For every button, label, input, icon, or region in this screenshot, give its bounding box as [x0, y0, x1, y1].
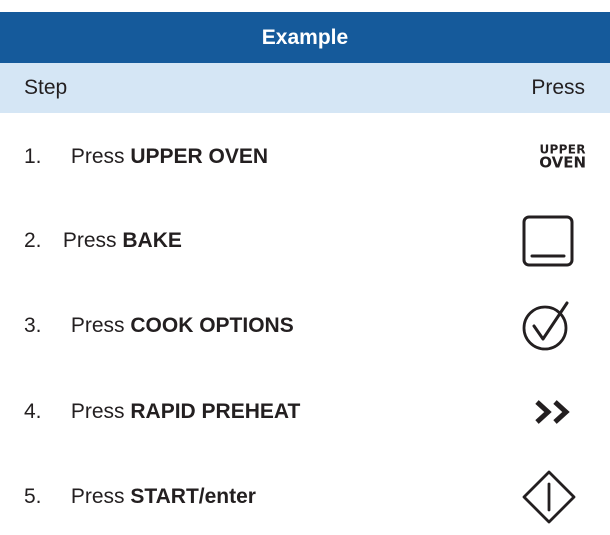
- step-text-4: 4. Press RAPID PREHEAT: [24, 400, 300, 424]
- table-header-row: Step Press: [0, 63, 610, 113]
- step-row-2: 2. Press BAKE: [0, 211, 610, 271]
- step-prefix: Press: [70, 485, 131, 508]
- step-prefix: Press: [62, 229, 123, 252]
- step-row-5: 5. Press START/enter: [0, 467, 610, 527]
- upper-oven-button-label: UPPER OVEN: [539, 144, 586, 171]
- step-number: 4.: [24, 400, 42, 423]
- start-diamond-icon: [521, 469, 577, 525]
- step-action: UPPER OVEN: [130, 145, 269, 168]
- step-number: 2.: [24, 229, 42, 252]
- step-text-3: 3. Press COOK OPTIONS: [24, 314, 294, 338]
- step-action: COOK OPTIONS: [130, 314, 294, 337]
- step-text-5: 5. Press START/enter: [24, 485, 256, 509]
- column-header-press: Press: [531, 76, 585, 99]
- step-prefix: Press: [70, 145, 131, 168]
- table-title: Example: [0, 12, 610, 63]
- step-text-2: 2. Press BAKE: [24, 229, 182, 253]
- step-action: START/enter: [130, 485, 256, 508]
- step-action: BAKE: [122, 229, 182, 252]
- step-text-1: 1. Press UPPER OVEN: [24, 145, 268, 169]
- step-row-3: 3. Press COOK OPTIONS: [0, 296, 610, 356]
- step-prefix: Press: [70, 314, 131, 337]
- step-row-4: 4. Press RAPID PREHEAT: [0, 382, 610, 442]
- step-row-1: 1. Press UPPER OVEN UPPER OVEN: [0, 127, 610, 187]
- step-number: 3.: [24, 314, 42, 337]
- bake-icon: [522, 215, 574, 267]
- column-header-step: Step: [24, 76, 68, 99]
- step-number: 1.: [24, 145, 42, 168]
- check-circle-icon: [520, 299, 574, 353]
- double-chevron-icon: [533, 399, 573, 425]
- step-prefix: Press: [70, 400, 131, 423]
- step-number: 5.: [24, 485, 42, 508]
- table-title-text: Example: [261, 25, 349, 49]
- upper-oven-label-line2: OVEN: [539, 153, 586, 172]
- step-action: RAPID PREHEAT: [130, 400, 301, 423]
